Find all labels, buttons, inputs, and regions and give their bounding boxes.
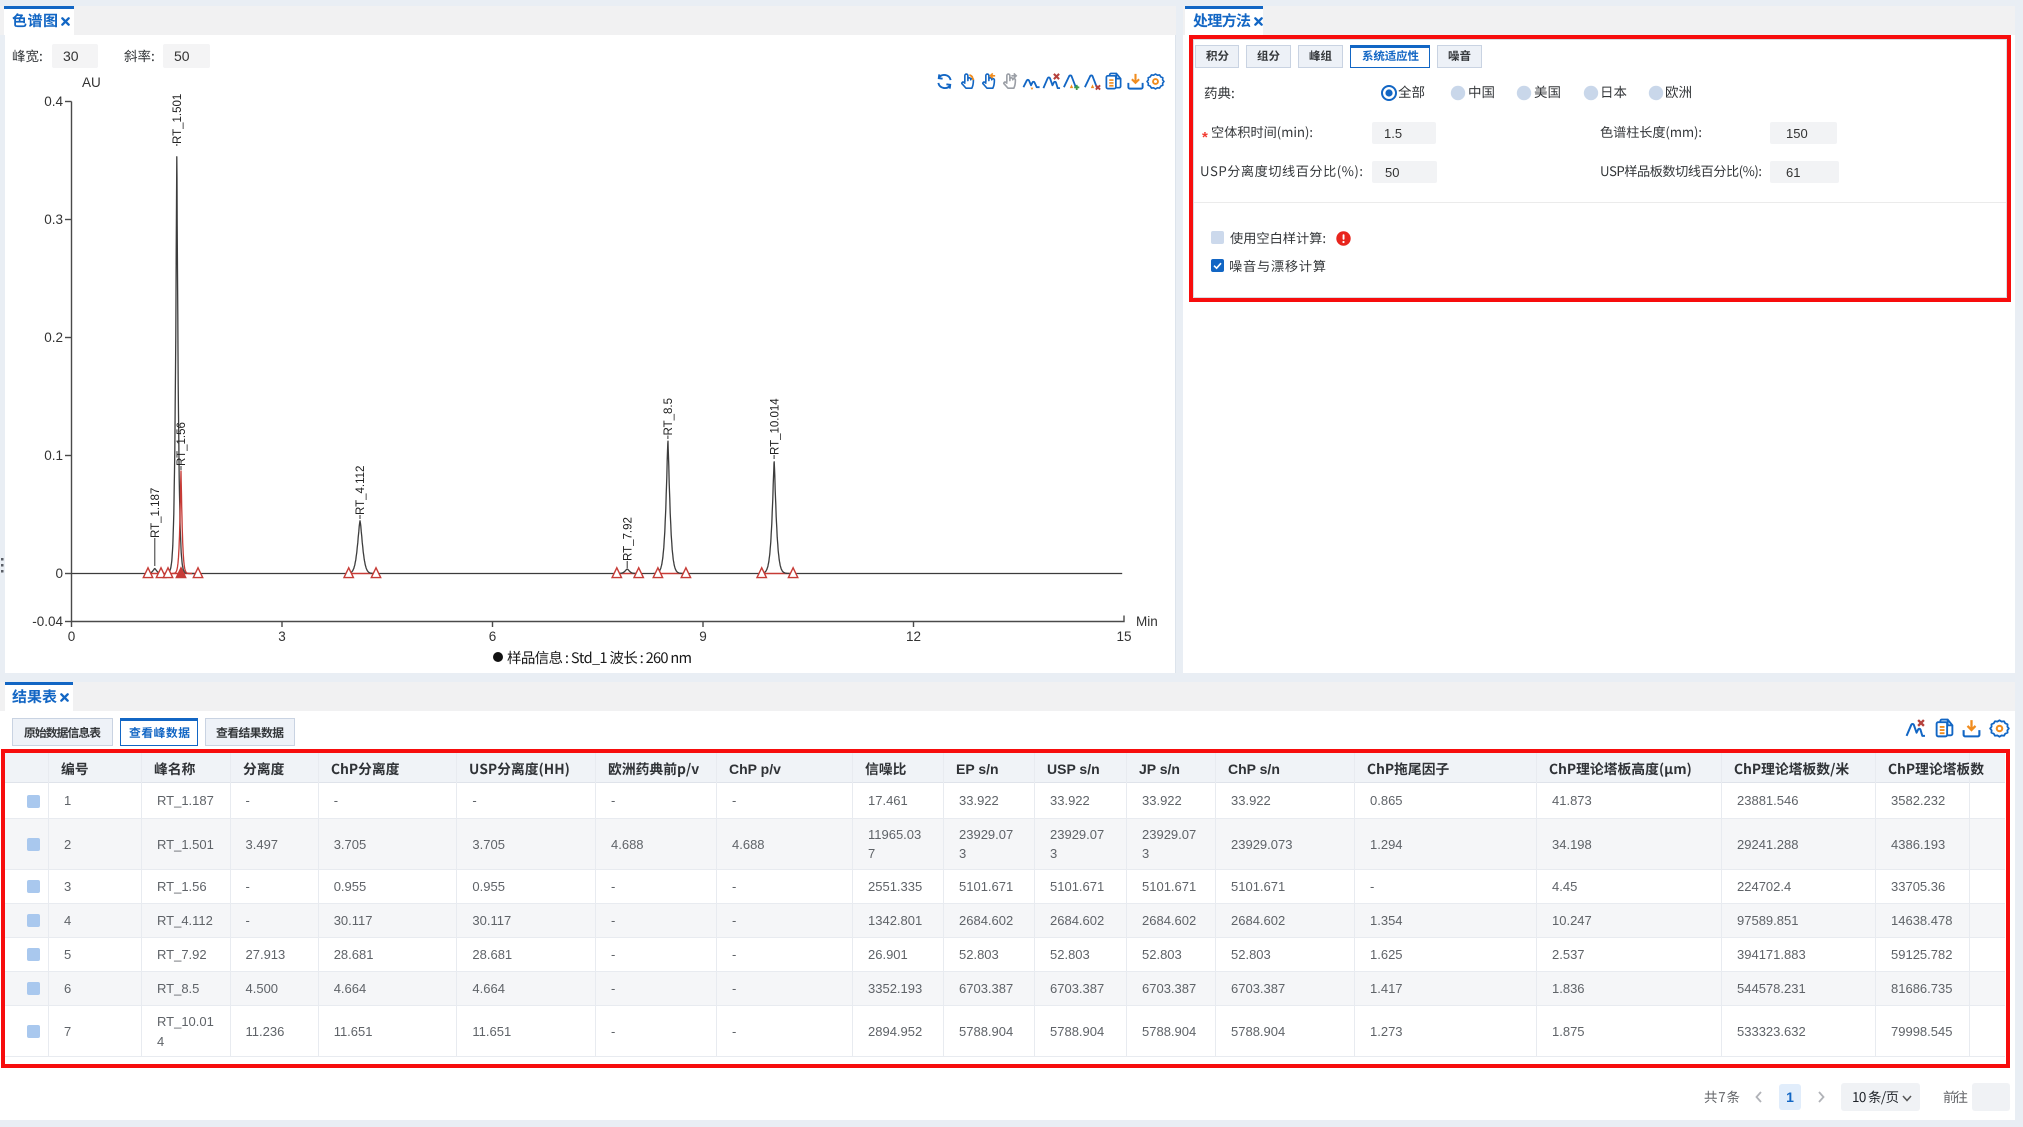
svg-text:RT_1.56: RT_1.56 (176, 422, 188, 466)
svg-text:RT_8.5: RT_8.5 (663, 398, 675, 436)
svg-text:RT_10.014: RT_10.014 (769, 398, 781, 455)
svg-text:RT_1.187: RT_1.187 (150, 488, 162, 538)
svg-text:RT_4.112: RT_4.112 (355, 466, 367, 515)
svg-text:RT_1.501: RT_1.501 (172, 94, 184, 144)
svg-text:RT_7.92: RT_7.92 (622, 517, 634, 561)
